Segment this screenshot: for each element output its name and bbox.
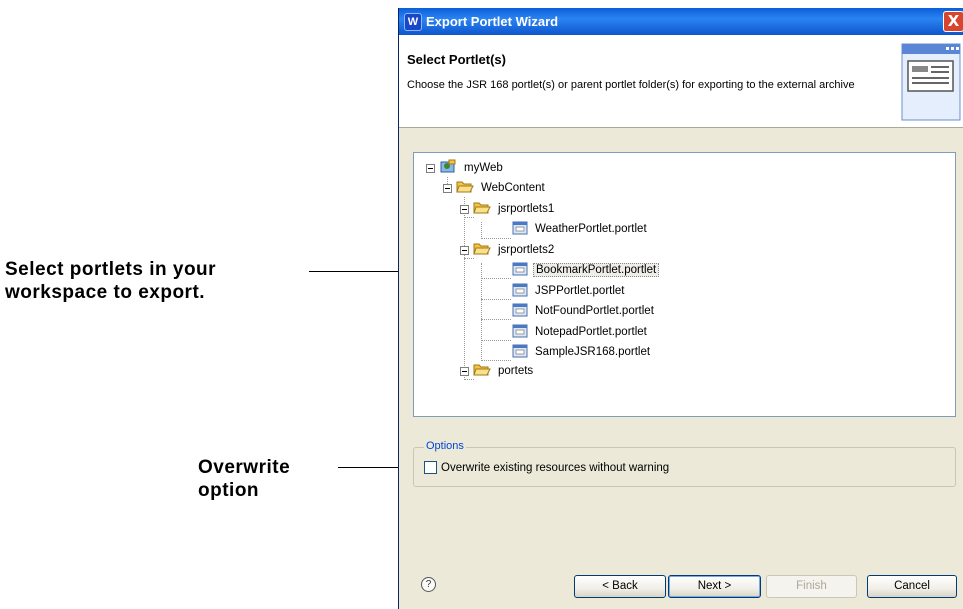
annotation-select-line2: workspace to export.	[5, 282, 206, 303]
portlet-file-icon	[512, 262, 528, 279]
page-description: Choose the JSR 168 portlet(s) or parent …	[407, 79, 855, 91]
tree-label: NotepadPortlet.portlet	[535, 326, 647, 338]
annotation-overwrite-line2: option	[198, 480, 260, 501]
folder-open-icon	[473, 201, 491, 218]
tree-item-portlet[interactable]: NotepadPortlet.portlet	[512, 323, 649, 341]
overwrite-checkbox[interactable]	[424, 461, 437, 474]
collapse-icon[interactable]: -	[460, 204, 469, 214]
options-legend: Options	[424, 440, 466, 452]
tree-connector	[481, 299, 511, 300]
tree-label: myWeb	[464, 162, 503, 174]
tree-connector	[481, 278, 511, 279]
app-icon: W	[404, 13, 422, 31]
finish-button[interactable]: Finish	[766, 575, 857, 598]
portlet-tree[interactable]: - myWeb - WebContent - jsrpor	[413, 152, 956, 417]
title-bar[interactable]: W Export Portlet Wizard X	[399, 8, 963, 35]
tree-label: NotFoundPortlet.portlet	[535, 305, 654, 317]
tree-item-portlet[interactable]: NotFoundPortlet.portlet	[512, 302, 656, 320]
folder-open-icon	[473, 242, 491, 259]
wizard-header: Select Portlet(s) Choose the JSR 168 por…	[399, 35, 963, 128]
tree-label: jsrportlets2	[498, 244, 555, 256]
tree-item-webcontent[interactable]: - WebContent	[443, 179, 547, 197]
annotation-overwrite-line1: Overwrite	[198, 457, 291, 478]
options-group: Options Overwrite existing resources wit…	[413, 440, 956, 487]
annotation-select-portlets: Select portlets in your workspace to exp…	[5, 258, 216, 304]
tree-item-portlet[interactable]: JSPPortlet.portlet	[512, 282, 626, 300]
tree-label: WebContent	[481, 182, 545, 194]
portlet-file-icon	[512, 303, 528, 320]
tree-connector	[481, 238, 511, 239]
tree-label: BookmarkPortlet.portlet	[533, 263, 660, 277]
tree-connector	[481, 222, 482, 239]
portlet-file-icon	[512, 221, 528, 238]
close-button[interactable]: X	[943, 11, 963, 32]
tree-label: JSPPortlet.portlet	[535, 285, 625, 297]
folder-open-icon	[456, 180, 474, 197]
annotation-select-line1: Select portlets in your	[5, 259, 217, 280]
portlet-file-icon	[512, 324, 528, 341]
next-button[interactable]: Next >	[668, 575, 761, 598]
overwrite-checkbox-label[interactable]: Overwrite existing resources without war…	[441, 461, 669, 475]
tree-item-portlet[interactable]: SampleJSR168.portlet	[512, 343, 652, 361]
collapse-icon[interactable]: -	[460, 366, 469, 376]
window-title: Export Portlet Wizard	[426, 14, 559, 29]
collapse-icon[interactable]: -	[426, 163, 435, 173]
cancel-button[interactable]: Cancel	[867, 575, 957, 598]
page-title: Select Portlet(s)	[407, 52, 506, 67]
annotation-overwrite-option: Overwrite option	[198, 456, 290, 502]
tree-item-jsrportlets1[interactable]: - jsrportlets1	[460, 200, 556, 218]
tree-connector	[464, 197, 465, 380]
tree-label: WeatherPortlet.portlet	[535, 223, 647, 235]
wizard-footer: ? < Back Next > Finish Cancel	[399, 561, 963, 609]
help-icon[interactable]: ?	[421, 577, 436, 592]
portlet-file-icon	[512, 344, 528, 361]
tree-label: jsrportlets1	[498, 203, 555, 215]
tree-connector	[481, 319, 511, 320]
tree-label: SampleJSR168.portlet	[535, 346, 651, 358]
back-button[interactable]: < Back	[574, 575, 666, 598]
collapse-icon[interactable]: -	[460, 245, 469, 255]
folder-open-icon	[473, 363, 491, 380]
wizard-banner-icon	[899, 40, 961, 124]
tree-item-portlet-selected[interactable]: BookmarkPortlet.portlet	[512, 261, 660, 279]
tree-item-portets[interactable]: - portets	[460, 362, 535, 380]
tree-item-myweb[interactable]: - myWeb	[426, 159, 505, 177]
tree-item-jsrportlets2[interactable]: - jsrportlets2	[460, 241, 556, 259]
tree-item-portlet[interactable]: WeatherPortlet.portlet	[512, 220, 649, 238]
export-wizard-dialog: W Export Portlet Wizard X Select Portlet…	[398, 8, 963, 609]
tree-label: portets	[498, 365, 534, 377]
web-project-icon	[439, 159, 457, 178]
portlet-file-icon	[512, 283, 528, 300]
tree-connector	[481, 340, 511, 341]
collapse-icon[interactable]: -	[443, 183, 452, 193]
tree-connector	[481, 360, 511, 361]
